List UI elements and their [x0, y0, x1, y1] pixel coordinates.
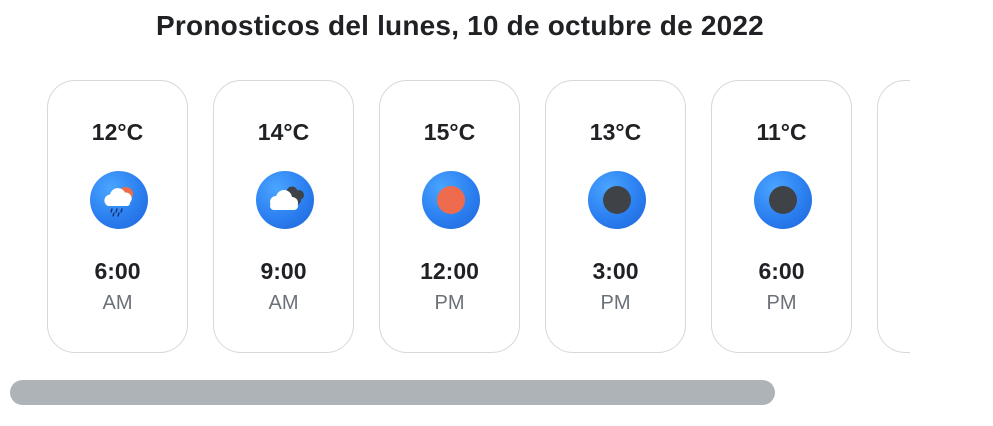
forecast-time: 12:00	[420, 258, 479, 284]
forecast-carousel[interactable]: 12°C 6:00 AM 14°C 9:00 AM 15°C 12:00 PM …	[0, 70, 910, 370]
forecast-period: AM	[102, 292, 133, 314]
page-title: Pronosticos del lunes, 10 de octubre de …	[156, 10, 764, 41]
forecast-card-partial	[877, 80, 910, 353]
forecast-track: 12°C 6:00 AM 14°C 9:00 AM 15°C 12:00 PM …	[47, 80, 910, 353]
forecast-temperature: 13°C	[589, 119, 642, 145]
forecast-card: 13°C 3:00 PM	[545, 80, 686, 353]
forecast-time: 6:00	[94, 258, 141, 284]
moon-icon	[588, 171, 646, 229]
forecast-temperature: 14°C	[257, 119, 310, 145]
forecast-temperature: 11°C	[756, 119, 807, 145]
moon-icon	[754, 171, 812, 229]
cloudy-icon	[256, 171, 314, 229]
sun-icon	[422, 171, 480, 229]
forecast-card: 12°C 6:00 AM	[47, 80, 188, 353]
forecast-time: 6:00	[758, 258, 805, 284]
forecast-period: PM	[600, 292, 631, 314]
forecast-card: 15°C 12:00 PM	[379, 80, 520, 353]
forecast-time: 3:00	[592, 258, 639, 284]
horizontal-scrollbar[interactable]	[10, 380, 910, 405]
forecast-time: 9:00	[260, 258, 307, 284]
scrollbar-thumb[interactable]	[10, 380, 775, 405]
forecast-card: 11°C 6:00 PM	[711, 80, 852, 353]
rain-cloud-sun-icon	[90, 171, 148, 229]
forecast-period: PM	[434, 292, 465, 314]
forecast-period: PM	[766, 292, 797, 314]
forecast-card: 14°C 9:00 AM	[213, 80, 354, 353]
forecast-temperature: 15°C	[423, 119, 476, 145]
forecast-temperature: 12°C	[91, 119, 144, 145]
forecast-period: AM	[268, 292, 299, 314]
